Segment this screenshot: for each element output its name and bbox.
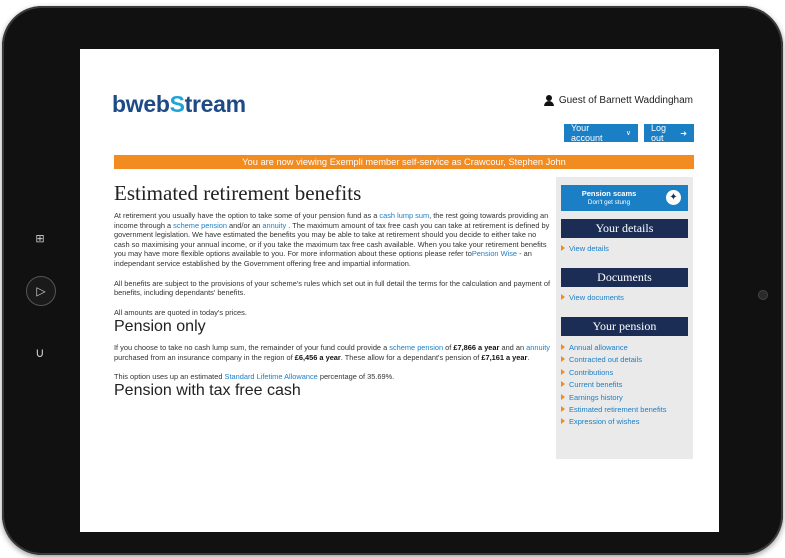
grid-icon[interactable]: ⊞ <box>32 230 48 246</box>
annuity-link[interactable]: annuity <box>262 221 286 230</box>
logo-suffix: tream <box>184 91 246 117</box>
triangle-right-icon <box>561 344 565 350</box>
scheme-pension-link[interactable]: scheme pension <box>173 221 227 230</box>
pension-link-earnings-history[interactable]: Earnings history <box>561 393 688 402</box>
user-icon <box>543 95 554 106</box>
pension-link-current-benefits[interactable]: Current benefits <box>561 380 688 389</box>
pension-link-contributions[interactable]: Contributions <box>561 368 688 377</box>
log-out-label: Log out <box>651 123 667 143</box>
guest-label: Guest of Barnett Waddingham <box>558 95 693 106</box>
intro-paragraph: At retirement you usually have the optio… <box>114 211 550 268</box>
play-icon[interactable]: ▷ <box>26 276 56 306</box>
section-title-pension-only: Pension only <box>114 318 206 336</box>
view-documents-label: View documents <box>569 293 624 302</box>
prices-paragraph: All amounts are quoted in today's prices… <box>114 307 247 317</box>
tablet-frame: ⊞ ▷ ∪ bwebStream Guest of Barnett Waddin… <box>2 6 783 555</box>
section-title-pension-with-tax-free-cash: Pension with tax free cash <box>114 382 301 400</box>
pension-wise-link[interactable]: Pension Wise <box>472 249 517 258</box>
sidebar: Pension scams Don't get stung ✦ Your det… <box>556 177 693 459</box>
pension-link-expression-of-wishes[interactable]: Expression of wishes <box>561 417 688 426</box>
pension-only-paragraph: If you choose to take no cash lump sum, … <box>114 343 550 362</box>
log-out-button[interactable]: Log out ➜ <box>644 123 694 143</box>
page-title: Estimated retirement benefits <box>114 181 362 205</box>
guest-info: Guest of Barnett Waddingham <box>543 95 693 106</box>
triangle-right-icon <box>561 356 565 363</box>
view-documents-link[interactable]: View documents <box>561 293 624 302</box>
scheme-pension-link-2[interactable]: scheme pension <box>389 343 443 352</box>
main-content: Estimated retirement benefits At retirem… <box>114 181 552 401</box>
page-content: bwebStream Guest of Barnett Waddingham Y… <box>80 49 719 532</box>
pension-links-list: Annual allowance Contracted out details … <box>561 343 688 430</box>
back-icon[interactable]: ∪ <box>32 345 48 361</box>
pension-scams-title: Pension scams <box>581 189 637 198</box>
logo-s-icon: S <box>169 91 185 117</box>
pension-scams-subtitle: Don't get stung <box>587 199 631 206</box>
triangle-right-icon <box>561 368 565 375</box>
camera-icon <box>758 290 768 300</box>
impersonation-banner: You are now viewing Exempli member self-… <box>114 155 694 169</box>
your-pension-heading: Your pension <box>561 317 688 336</box>
triangle-right-icon <box>561 418 565 425</box>
your-account-button[interactable]: Your account ∨ <box>564 123 638 143</box>
triangle-right-icon <box>561 245 565 251</box>
screen: bwebStream Guest of Barnett Waddingham Y… <box>80 49 719 532</box>
documents-heading: Documents <box>561 268 688 287</box>
chevron-down-icon: ∨ <box>625 130 631 137</box>
pension-link-contracted-out-details[interactable]: Contracted out details <box>561 355 688 364</box>
cash-lump-sum-link[interactable]: cash lump sum <box>379 211 429 220</box>
logo-prefix: bweb <box>112 91 170 117</box>
rules-paragraph: All benefits are subject to the provisio… <box>114 278 551 298</box>
view-details-link[interactable]: View details <box>561 244 609 253</box>
annuity-link-2[interactable]: annuity <box>526 343 550 352</box>
logo[interactable]: bwebStream <box>112 91 246 118</box>
your-details-heading: Your details <box>561 219 688 238</box>
pension-link-annual-allowance[interactable]: Annual allowance <box>561 343 688 352</box>
triangle-right-icon <box>561 381 565 388</box>
triangle-right-icon <box>561 294 565 300</box>
your-account-label: Your account <box>571 123 603 143</box>
scorpion-icon: ✦ <box>666 190 681 205</box>
standard-lifetime-allowance-link[interactable]: Standard Lifetime Allowance <box>225 372 318 381</box>
triangle-right-icon <box>561 393 565 400</box>
pension-link-estimated-retirement-benefits[interactable]: Estimated retirement benefits <box>561 405 688 414</box>
logout-icon: ➜ <box>680 128 687 138</box>
triangle-right-icon <box>561 405 565 412</box>
pension-scams-button[interactable]: Pension scams Don't get stung ✦ <box>561 185 688 211</box>
view-details-label: View details <box>569 244 609 253</box>
lifetime-allowance-paragraph: This option uses up an estimated Standar… <box>114 371 395 381</box>
